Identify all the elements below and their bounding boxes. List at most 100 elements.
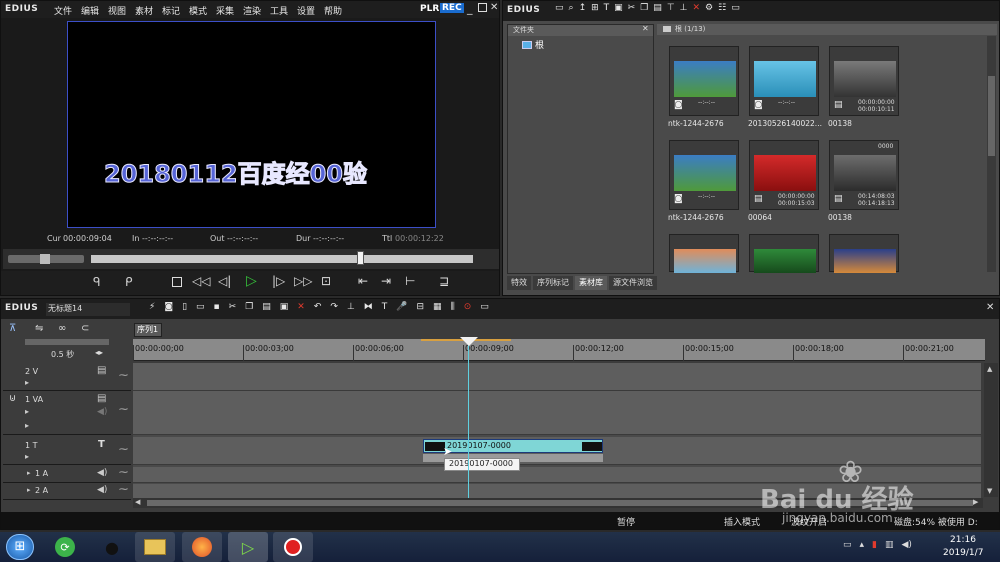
folder-root[interactable]: 根 xyxy=(522,38,544,51)
track-2a-expand-icon[interactable]: ▸ xyxy=(27,486,31,494)
clip-item[interactable]: 0000 ▤ 00:14:08:03 00:14:18:13 00138 xyxy=(828,140,899,222)
set-out-icon[interactable]: ᑭ xyxy=(125,275,133,289)
undo-icon[interactable]: ↶ xyxy=(314,302,322,312)
transition-icon[interactable]: ⧓ xyxy=(364,302,373,312)
title-tool-icon[interactable]: T xyxy=(382,302,388,312)
insert-timeline-icon[interactable]: ⇤ xyxy=(358,274,368,288)
clip-item[interactable]: ▤ 00:00:00:00 00:00:15:03 00064 xyxy=(748,140,819,222)
lane-1va[interactable] xyxy=(133,391,981,435)
taskbar-app-360[interactable]: ⟳ xyxy=(45,532,85,562)
folder-panel-close-icon[interactable]: ✕ xyxy=(642,24,649,33)
export-icon[interactable]: ⊒ xyxy=(439,274,449,288)
split-icon[interactable]: ⊢ xyxy=(405,274,415,288)
timeline-vscroll[interactable]: ▲ ▼ xyxy=(984,363,998,497)
set-in-icon[interactable]: ᑫ xyxy=(93,275,101,289)
jog-slider[interactable] xyxy=(8,254,84,264)
layout-icon[interactable]: ▭ xyxy=(480,302,489,312)
tray-expand-icon[interactable]: ▴ xyxy=(860,540,865,550)
tray-keyboard-icon[interactable]: ▭ xyxy=(843,540,852,550)
track-1t-mixer-icon[interactable]: ⁓ xyxy=(119,445,128,455)
snap-icon[interactable]: ⊂ xyxy=(81,323,89,334)
track-header-2v[interactable]: 2 V ▤ ▸ ⁓ xyxy=(3,363,131,391)
search-icon[interactable]: ⌕ xyxy=(569,3,574,13)
track-2v-video-icon[interactable]: ▤ xyxy=(97,365,106,376)
clip-scrollbar-thumb[interactable] xyxy=(988,76,995,156)
magic-icon[interactable]: ⚡ xyxy=(149,302,155,312)
start-button[interactable]: ⊞ xyxy=(6,534,34,560)
track-1va-expand-icon[interactable]: ▸ xyxy=(25,407,29,416)
menu-item-clip[interactable]: 素材 xyxy=(135,4,162,17)
overwrite-timeline-icon[interactable]: ⇥ xyxy=(381,274,391,288)
playhead-handle[interactable] xyxy=(460,337,478,346)
time-ruler[interactable]: 00:00:00;00 00:00:03;00 00:00:06;00 00:00:0… xyxy=(133,339,985,361)
timeline-close-icon[interactable]: ✕ xyxy=(986,302,994,313)
menu-item-capture[interactable]: 采集 xyxy=(216,4,243,17)
ripple-delete-icon[interactable]: ✕ xyxy=(297,302,305,312)
track-mode-icon[interactable]: ⊼ xyxy=(9,323,16,334)
lane-2v[interactable] xyxy=(133,363,981,391)
rewind-icon[interactable]: ◁◁ xyxy=(192,274,210,288)
timeline-cut-icon[interactable]: ✂ xyxy=(229,302,237,312)
jog-thumb[interactable] xyxy=(40,254,50,264)
menu-item-view[interactable]: 视图 xyxy=(108,4,135,17)
properties-icon[interactable]: ⚙ xyxy=(705,3,713,13)
replace-icon[interactable]: ⊥ xyxy=(680,3,688,13)
track-header-1va[interactable]: ⊍ 1 VA ▤ ◀) ▸ ▸ ⁓ xyxy=(3,391,131,435)
clock-time[interactable]: 21:16 xyxy=(950,535,976,545)
taskbar-app-edius[interactable]: ▷ xyxy=(228,532,268,562)
track-1va-lock-icon[interactable]: ⊍ xyxy=(9,393,16,404)
track-header-1t[interactable]: 1 T T ▸ ⁓ xyxy=(3,437,131,465)
menu-item-tools[interactable]: 工具 xyxy=(270,4,297,17)
sync-icon[interactable]: ⇋ xyxy=(35,323,43,334)
text-title-icon[interactable]: T xyxy=(604,3,610,13)
track-1va-audio-icon[interactable]: ◀) xyxy=(97,407,107,417)
save-icon[interactable]: ▪ xyxy=(214,302,220,312)
play-icon[interactable]: ▷ xyxy=(246,273,257,289)
menu-item-marker[interactable]: 标记 xyxy=(162,4,189,17)
marker-icon[interactable]: ⊥ xyxy=(347,302,355,312)
clip-item[interactable]: ◙ --:--:-- ntk-1244-2676 xyxy=(668,46,739,128)
link-icon[interactable]: ∞ xyxy=(58,323,66,334)
track-2a-mixer-icon[interactable]: ⁓ xyxy=(119,485,128,495)
fast-forward-icon[interactable]: ▷▷ xyxy=(294,274,312,288)
menu-item-settings[interactable]: 设置 xyxy=(297,4,324,17)
track-1va-expand2-icon[interactable]: ▸ xyxy=(25,421,29,430)
mixer-icon[interactable]: ⫼ xyxy=(451,302,455,312)
position-bar[interactable] xyxy=(91,251,473,265)
track-1va-video-icon[interactable]: ▤ xyxy=(97,393,106,404)
menu-item-mode[interactable]: 模式 xyxy=(189,4,216,17)
paste-icon[interactable]: ▤ xyxy=(653,3,662,13)
clip-item[interactable]: ▤ 00:00:00:00 00:00:10:11 00138 xyxy=(828,46,899,128)
folder-icon[interactable]: ▭ xyxy=(555,3,564,13)
group-icon[interactable]: ▣ xyxy=(280,302,289,312)
minimize-icon[interactable]: _ xyxy=(467,2,473,15)
tray-security-icon[interactable]: ▮ xyxy=(872,540,877,550)
taskbar-app-recorder[interactable] xyxy=(273,532,313,562)
position-marker[interactable] xyxy=(357,251,364,265)
zoom-arrows-icon[interactable]: ◂▸ xyxy=(95,348,103,357)
menu-item-edit[interactable]: 编辑 xyxy=(81,4,108,17)
plr-mode-button[interactable]: PLR xyxy=(420,4,439,14)
clip-scrollbar[interactable] xyxy=(987,36,996,272)
taskbar-app-qq[interactable]: ● xyxy=(92,532,132,562)
tab-asset-bin[interactable]: 素材库 xyxy=(575,276,607,290)
track-1t-title-icon[interactable]: T xyxy=(98,439,105,450)
sequence-tab[interactable]: 序列1 xyxy=(134,323,162,337)
track-2v-expand-icon[interactable]: ▸ xyxy=(25,378,29,387)
clip-item[interactable] xyxy=(669,234,739,273)
timeline-copy-icon[interactable]: ❐ xyxy=(245,302,253,312)
add-clip-icon[interactable]: ⊞ xyxy=(591,3,599,13)
taskbar-app-firefox[interactable] xyxy=(182,532,222,562)
zoom-level[interactable]: 0.5 秒 xyxy=(51,349,74,360)
vscroll-down-icon[interactable]: ▼ xyxy=(987,487,992,495)
capture-icon[interactable]: ▣ xyxy=(614,3,623,13)
loop-icon[interactable]: ⊡ xyxy=(321,274,331,288)
tab-effects[interactable]: 特效 xyxy=(507,276,531,290)
status-insert-mode[interactable]: 插入模式 xyxy=(724,515,760,528)
menu-item-help[interactable]: 帮助 xyxy=(324,4,351,17)
clip-item[interactable] xyxy=(749,234,819,273)
track-header-1a[interactable]: ▸ 1 A ◀) ⁓ xyxy=(3,467,131,483)
tab-source-browser[interactable]: 源文件浏览 xyxy=(609,276,657,290)
step-back-icon[interactable]: ◁| xyxy=(218,274,231,288)
vscroll-up-icon[interactable]: ▲ xyxy=(987,365,992,373)
